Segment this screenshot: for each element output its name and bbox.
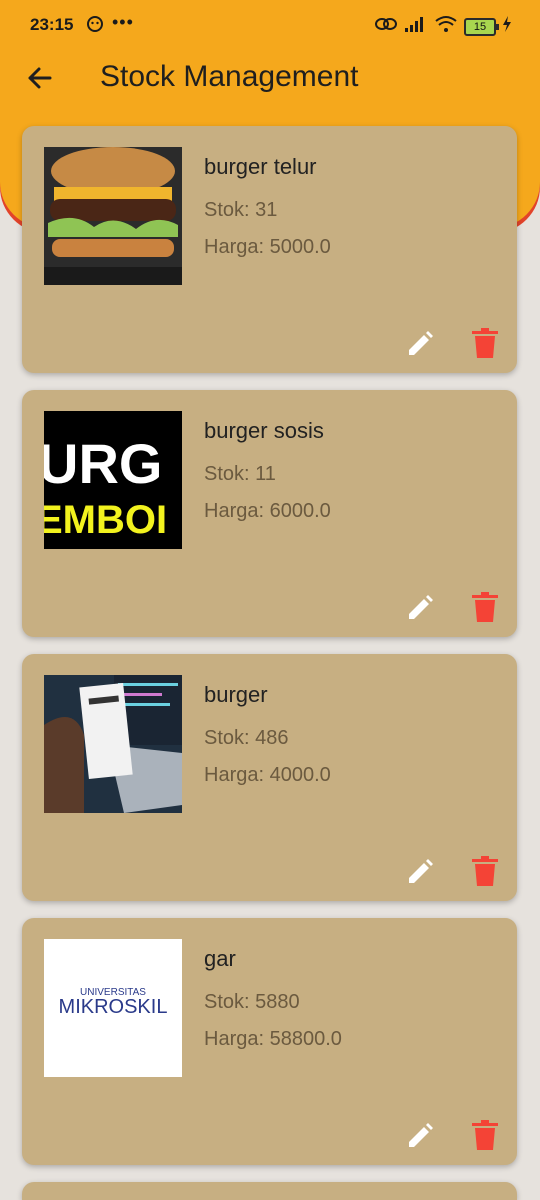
status-bar: 23:15 ••• 15 [0,0,540,50]
pencil-icon [409,331,433,355]
product-stock: Stok: 11 [204,463,276,485]
delete-button[interactable] [472,856,498,886]
stock-card: UNIVERSITAS MIKROSKIL gar Stok: 5880 Har… [22,918,517,1165]
link-icon [374,15,398,38]
pencil-icon [409,595,433,619]
status-notification-icon [86,15,104,38]
edit-button[interactable] [406,594,434,622]
trash-icon [472,592,498,622]
product-image [44,675,182,813]
trash-icon [472,1120,498,1150]
signal-icon [404,15,428,38]
status-time: 23:15 [30,15,74,34]
product-price: Harga: 5000.0 [204,236,331,258]
stock-card-partial [22,1182,517,1200]
product-stock: Stok: 5880 [204,991,300,1013]
product-name: burger telur [204,154,317,179]
edit-button[interactable] [406,858,434,886]
product-price: Harga: 6000.0 [204,500,331,522]
product-name: burger [204,682,268,707]
trash-icon [472,328,498,358]
page-title: Stock Management [100,60,359,93]
stock-card: burger Stok: 486 Harga: 4000.0 [22,654,517,901]
delete-button[interactable] [472,328,498,358]
delete-button[interactable] [472,592,498,622]
pencil-icon [409,1123,433,1147]
product-image: UNIVERSITAS MIKROSKIL [44,939,182,1077]
product-price: Harga: 4000.0 [204,764,331,786]
product-image: URG EMBOI [44,411,182,549]
product-price: Harga: 58800.0 [204,1028,342,1050]
charging-icon [502,16,512,37]
product-image [44,147,182,285]
trash-icon [472,856,498,886]
image-text-bottom: EMBOI [44,498,167,542]
stock-card: burger telur Stok: 31 Harga: 5000.0 [22,126,517,373]
wifi-icon [434,15,458,38]
image-text-top: URG [44,432,162,495]
pencil-icon [409,859,433,883]
back-button[interactable] [20,58,60,98]
edit-button[interactable] [406,330,434,358]
product-stock: Stok: 31 [204,199,278,221]
app-bar: Stock Management [0,50,540,106]
arrow-left-icon [28,67,52,89]
status-more-icon: ••• [112,12,134,32]
battery-icon: 15 [464,17,499,36]
image-logo-big: MIKROSKIL [59,996,168,1018]
edit-button[interactable] [406,1122,434,1150]
stock-card: URG EMBOI burger sosis Stok: 11 Harga: 6… [22,390,517,637]
delete-button[interactable] [472,1120,498,1150]
product-stock: Stok: 486 [204,727,289,749]
product-name: burger sosis [204,418,324,443]
product-name: gar [204,946,236,971]
